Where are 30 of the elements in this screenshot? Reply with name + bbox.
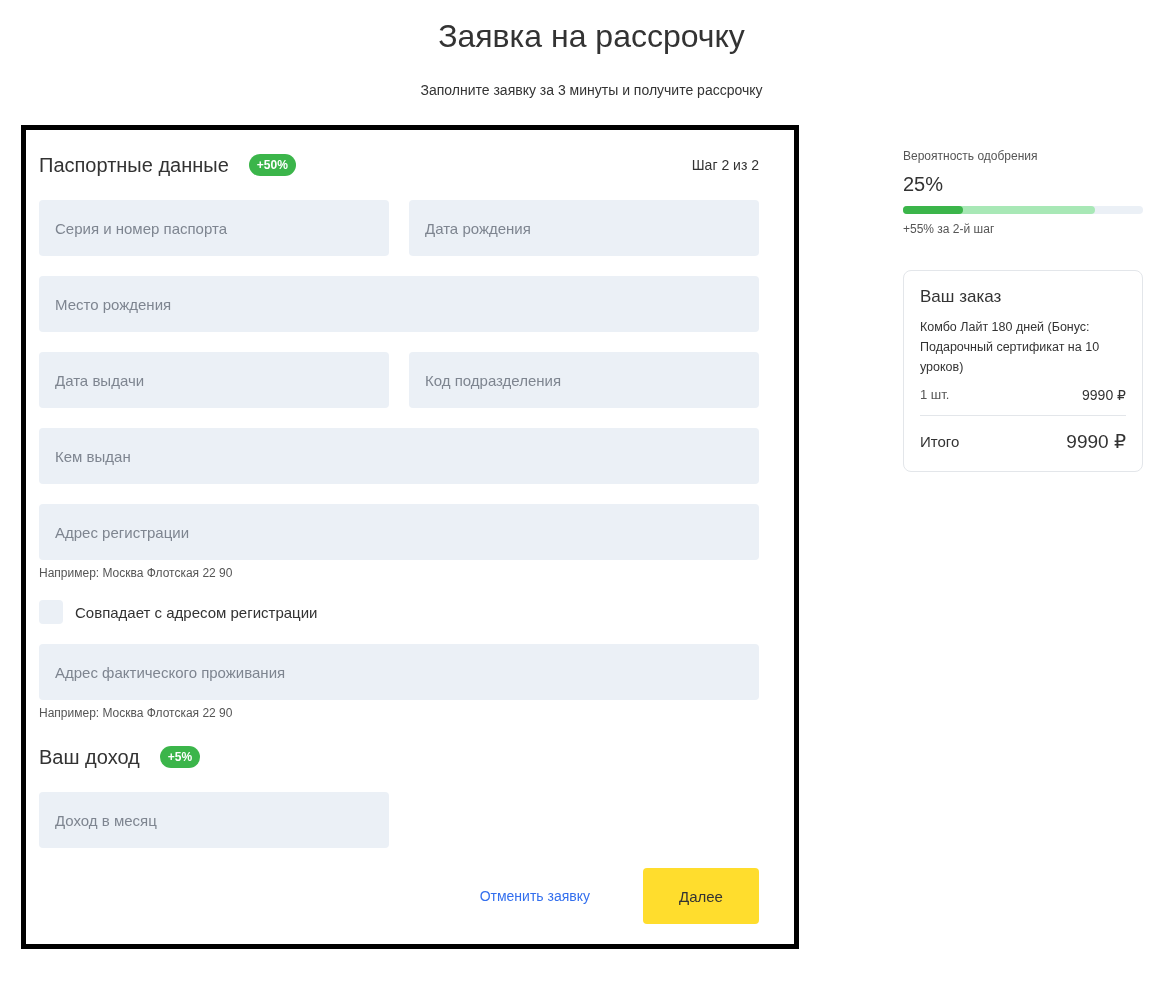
- input-field[interactable]: Доход в месяц: [39, 792, 389, 848]
- section-title: Паспортные данные: [39, 153, 229, 177]
- input-field[interactable]: Дата выдачи: [39, 352, 389, 408]
- field-hint: Например: Москва Флотская 22 90: [39, 566, 234, 580]
- order-item: Комбо Лайт 180 дней (Бонус: Подарочный сертификат на 10 уроков): [920, 319, 1101, 376]
- input-field[interactable]: Место рождения: [39, 276, 759, 332]
- section-title: Ваш доход: [39, 745, 140, 769]
- input-field[interactable]: Код подразделения: [409, 352, 759, 408]
- next-button[interactable]: Далее: [643, 868, 759, 924]
- page-subtitle: Заполните заявку за 3 минуты и получите рассрочку: [419, 81, 764, 100]
- cancel-link[interactable]: Отменить заявку: [479, 888, 590, 904]
- item-quantity: 1 шт.: [920, 387, 950, 403]
- total-price: 9990 ₽: [1066, 430, 1126, 453]
- input-field[interactable]: Кем выдан: [39, 428, 759, 484]
- input-field[interactable]: Дата рождения: [409, 200, 759, 256]
- bonus-badge: +5%: [159, 746, 201, 768]
- item-price: 9990 ₽: [1082, 387, 1126, 403]
- step-indicator: Шаг 2 из 2: [691, 157, 759, 173]
- checkbox-label: Совпадает с адресом регистрации: [75, 603, 318, 621]
- input-field[interactable]: Серия и номер паспорта: [39, 200, 389, 256]
- bonus-badge: +50%: [248, 154, 296, 176]
- input-field[interactable]: Адрес фактического проживания: [39, 644, 759, 700]
- total-label: Итого: [920, 433, 960, 450]
- order-title: Ваш заказ: [920, 287, 1003, 307]
- field-hint: Например: Москва Флотская 22 90: [39, 706, 234, 720]
- input-field[interactable]: Адрес регистрации: [39, 504, 759, 560]
- approval-note: +55% за 2-й шаг: [903, 222, 996, 236]
- approval-value: 25%: [903, 173, 945, 196]
- page-title: Заявка на рассрочку: [437, 17, 746, 56]
- approval-label: Вероятность одобрения: [903, 149, 1039, 163]
